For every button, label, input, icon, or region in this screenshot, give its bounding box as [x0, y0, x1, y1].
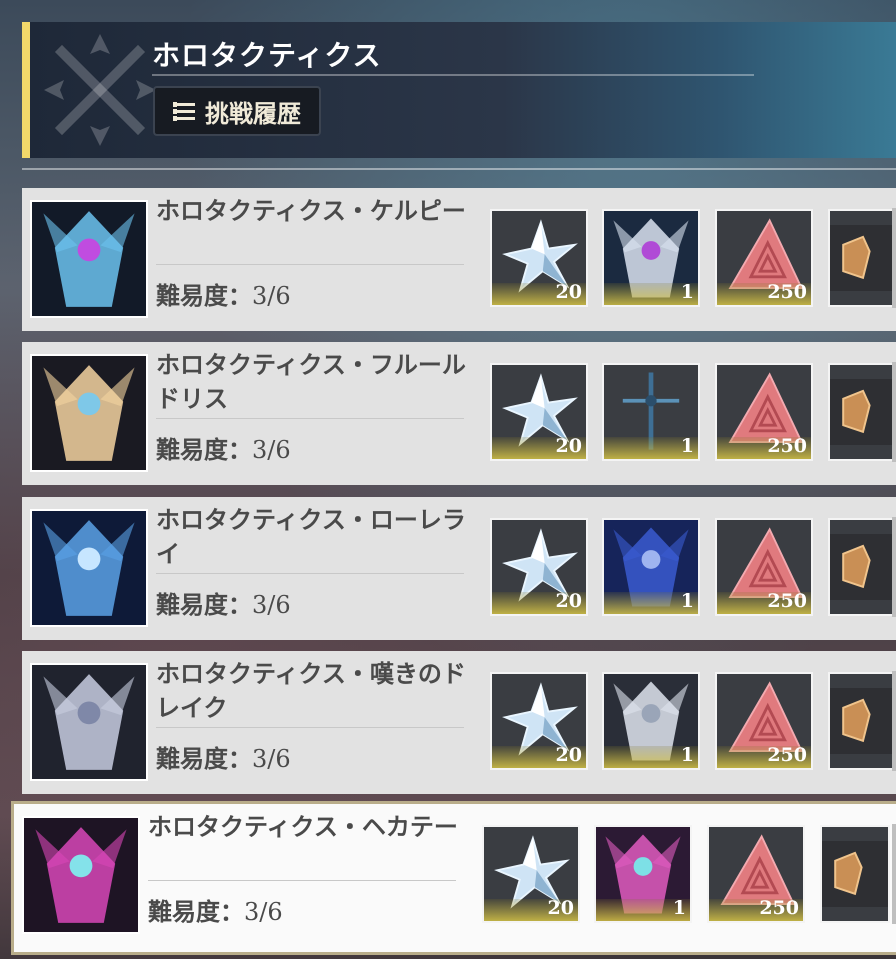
list-icon	[173, 101, 195, 121]
reward-count: 1	[672, 897, 686, 919]
reward-count: 250	[767, 435, 807, 457]
drake-portrait-icon	[30, 663, 148, 781]
difficulty-value: 3/6	[244, 898, 283, 926]
gold-gem-icon	[822, 841, 888, 907]
reward-scroll-indicator	[892, 362, 896, 462]
fleur-de-lis-portrait-icon	[30, 354, 148, 472]
challenge-title: ホロタクティクス・ローレライ	[156, 506, 466, 568]
reward-item[interactable]: 1	[602, 363, 700, 461]
challenge-card[interactable]: ホロタクティクス・嘆きのドレイク難易度：3/6 20 1 250	[22, 651, 896, 794]
difficulty-value: 3/6	[252, 436, 291, 464]
challenge-card[interactable]: ホロタクティクス・フルールドリス難易度：3/6 20 1 250	[22, 342, 896, 485]
reward-count: 250	[759, 897, 799, 919]
reward-count: 20	[555, 281, 582, 303]
difficulty-text: 難易度：3/6	[156, 585, 291, 620]
reward-count: 1	[680, 281, 694, 303]
gold-gem-icon	[830, 379, 896, 445]
reward-item[interactable]	[820, 825, 890, 923]
title-divider	[156, 727, 464, 728]
reward-count: 20	[555, 590, 582, 612]
challenge-title: ホロタクティクス・ヘカテー	[148, 813, 458, 841]
reward-item[interactable]: 1	[602, 518, 700, 616]
difficulty-label: 難易度：	[148, 898, 244, 926]
header-separator	[22, 168, 896, 170]
reward-count: 20	[555, 744, 582, 766]
reward-item[interactable]	[828, 518, 896, 616]
gold-gem-icon	[830, 225, 896, 291]
challenge-card[interactable]: ホロタクティクス・ケルピー 難易度：3/6 20 1 250	[22, 188, 896, 331]
reward-count: 250	[767, 281, 807, 303]
challenge-history-label: 挑戦履歴	[205, 99, 301, 128]
difficulty-text: 難易度：3/6	[156, 739, 291, 774]
challenge-card[interactable]: ホロタクティクス・ローレライ難易度：3/6 20 1 250	[22, 497, 896, 640]
difficulty-label: 難易度：	[156, 436, 252, 464]
crossed-swords-emblem-icon	[44, 34, 156, 146]
difficulty-text: 難易度：3/6	[156, 430, 291, 465]
reward-count: 250	[767, 590, 807, 612]
gold-gem-icon	[830, 534, 896, 600]
challenge-history-button[interactable]: 挑戦履歴	[153, 86, 321, 136]
reward-item[interactable]: 20	[490, 363, 588, 461]
reward-item[interactable]: 250	[707, 825, 805, 923]
reward-item[interactable]: 1	[602, 209, 700, 307]
reward-item[interactable]	[828, 672, 896, 770]
page-title: ホロタクティクス	[152, 39, 382, 72]
reward-scroll-indicator	[892, 517, 896, 617]
gold-gem-icon	[830, 688, 896, 754]
difficulty-label: 難易度：	[156, 591, 252, 619]
challenge-title: ホロタクティクス・ケルピー	[156, 197, 466, 225]
kelpie-portrait-icon	[30, 200, 148, 318]
hecate-portrait-icon	[22, 816, 140, 934]
reward-item[interactable]: 20	[490, 518, 588, 616]
reward-item[interactable]: 250	[715, 209, 813, 307]
title-divider	[156, 573, 464, 574]
reward-item[interactable]	[828, 209, 896, 307]
reward-count: 1	[680, 435, 694, 457]
difficulty-label: 難易度：	[156, 282, 252, 310]
reward-item[interactable]: 250	[715, 518, 813, 616]
difficulty-value: 3/6	[252, 591, 291, 619]
challenge-card[interactable]: ホロタクティクス・ヘカテー 難易度：3/6 20 1 250	[11, 801, 896, 955]
difficulty-text: 難易度：3/6	[148, 892, 283, 927]
reward-count: 1	[680, 744, 694, 766]
reward-count: 20	[547, 897, 574, 919]
reward-scroll-indicator	[892, 208, 896, 308]
accent-bar	[22, 22, 30, 158]
reward-item[interactable]: 20	[482, 825, 580, 923]
challenge-title: ホロタクティクス・フルールドリス	[156, 351, 466, 413]
difficulty-text: 難易度：3/6	[156, 276, 291, 311]
reward-item[interactable]: 1	[602, 672, 700, 770]
reward-item[interactable]: 20	[490, 209, 588, 307]
reward-count: 20	[555, 435, 582, 457]
reward-scroll-indicator	[892, 671, 896, 771]
reward-item[interactable]: 250	[715, 672, 813, 770]
reward-count: 1	[680, 590, 694, 612]
difficulty-value: 3/6	[252, 282, 291, 310]
reward-item[interactable]	[828, 363, 896, 461]
reward-scroll-indicator	[892, 824, 896, 924]
reward-item[interactable]: 1	[594, 825, 692, 923]
reward-item[interactable]: 20	[490, 672, 588, 770]
title-divider	[156, 264, 464, 265]
challenge-title: ホロタクティクス・嘆きのドレイク	[156, 660, 466, 722]
difficulty-label: 難易度：	[156, 745, 252, 773]
reward-count: 250	[767, 744, 807, 766]
reward-item[interactable]: 250	[715, 363, 813, 461]
difficulty-value: 3/6	[252, 745, 291, 773]
header-panel: ホロタクティクス 挑戦履歴	[22, 22, 896, 158]
title-divider	[156, 418, 464, 419]
title-divider	[148, 880, 456, 881]
title-divider	[152, 74, 754, 76]
lorelei-portrait-icon	[30, 509, 148, 627]
